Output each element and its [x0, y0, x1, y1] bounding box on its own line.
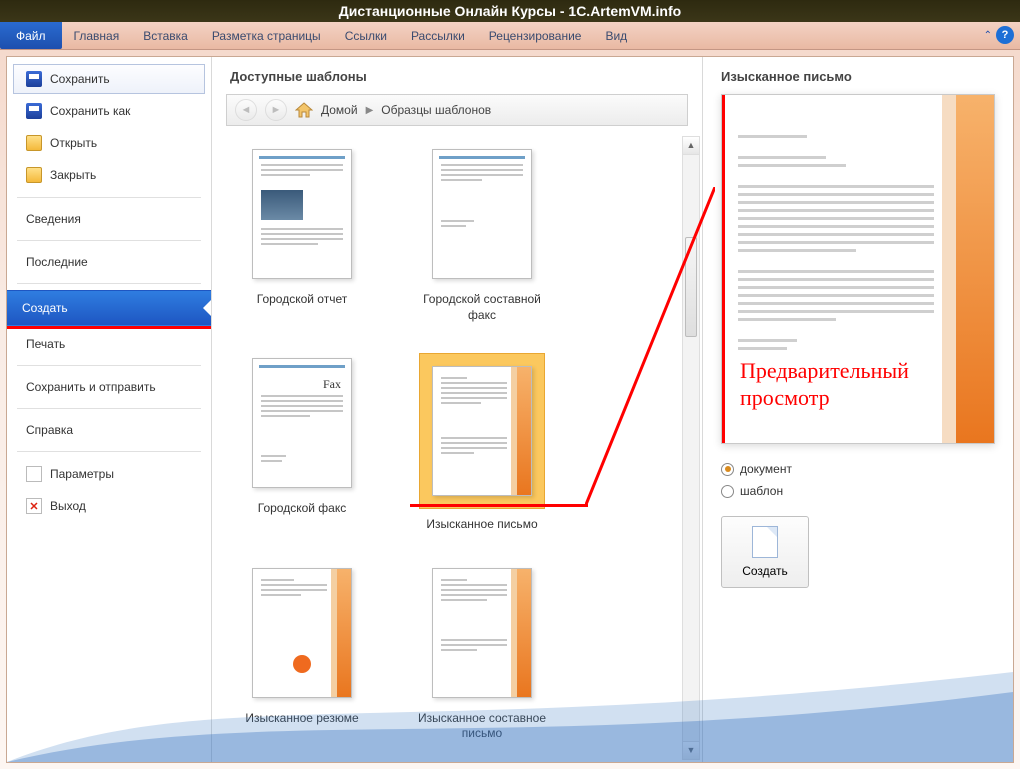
- ribbon-tab-review[interactable]: Рецензирование: [477, 22, 594, 49]
- create-button[interactable]: Создать: [721, 516, 809, 588]
- template-gallery: Доступные шаблоны ◄ ► Домой ▶ Образцы ша…: [212, 57, 703, 762]
- template-city-fax[interactable]: Fax Городской факс: [232, 353, 372, 533]
- template-city-report[interactable]: Городской отчет: [232, 144, 372, 323]
- sidebar-open[interactable]: Открыть: [13, 128, 205, 158]
- sidebar-exit[interactable]: ✕ Выход: [13, 491, 205, 521]
- folder-open-icon: [26, 135, 42, 151]
- preview-pane: Изысканное письмо Предварительный просмо…: [703, 57, 1013, 762]
- ribbon-tab-file[interactable]: Файл: [0, 22, 62, 49]
- annotation-underline: [7, 326, 211, 329]
- nav-back-button[interactable]: ◄: [235, 99, 257, 121]
- sidebar-print[interactable]: Печать: [13, 330, 205, 358]
- sidebar-params[interactable]: Параметры: [13, 459, 205, 489]
- template-city-merge-fax[interactable]: Городской составной факс: [412, 144, 552, 323]
- create-button-label: Создать: [742, 564, 788, 578]
- save-icon: [26, 71, 42, 87]
- sidebar-label: Печать: [26, 337, 65, 351]
- template-elegant-letter[interactable]: Изысканное письмо: [412, 353, 552, 533]
- sidebar-recent[interactable]: Последние: [13, 248, 205, 276]
- sidebar-close[interactable]: Закрыть: [13, 160, 205, 190]
- fax-label: Fax: [323, 377, 341, 392]
- gallery-header: Доступные шаблоны: [212, 57, 702, 90]
- help-icon[interactable]: ?: [996, 26, 1014, 44]
- sidebar-save-as[interactable]: Сохранить как: [13, 96, 205, 126]
- sidebar-info[interactable]: Сведения: [13, 205, 205, 233]
- sidebar-save[interactable]: Сохранить: [13, 64, 205, 94]
- folder-close-icon: [26, 167, 42, 183]
- template-elegant-merge-letter[interactable]: Изысканное составное письмо: [412, 563, 552, 742]
- scroll-up-button[interactable]: ▲: [683, 137, 699, 155]
- nav-forward-button[interactable]: ►: [265, 99, 287, 121]
- radio-template[interactable]: шаблон: [721, 484, 995, 498]
- document-icon: [752, 526, 778, 558]
- crumb-home[interactable]: Домой: [321, 103, 358, 117]
- ribbon: Файл Главная Вставка Разметка страницы С…: [0, 22, 1020, 50]
- preview-thumbnail: Предварительный просмотр: [721, 94, 995, 444]
- sidebar-label: Последние: [26, 255, 88, 269]
- ribbon-tab-insert[interactable]: Вставка: [131, 22, 200, 49]
- options-icon: [26, 466, 42, 482]
- scroll-down-button[interactable]: ▼: [683, 741, 699, 759]
- sidebar-label: Параметры: [50, 467, 114, 481]
- ribbon-collapse-icon[interactable]: ⌃: [984, 30, 992, 41]
- sidebar-create[interactable]: Создать: [7, 290, 211, 326]
- radio-label: документ: [740, 462, 792, 476]
- template-label: Изысканное письмо: [426, 517, 537, 533]
- template-label: Городской факс: [258, 501, 346, 517]
- sidebar-label: Справка: [26, 423, 73, 437]
- radio-icon: [721, 485, 734, 498]
- home-icon[interactable]: [295, 102, 313, 118]
- annotation-red-bar: [722, 95, 725, 443]
- radio-document[interactable]: документ: [721, 462, 995, 476]
- ribbon-tab-layout[interactable]: Разметка страницы: [200, 22, 333, 49]
- sidebar-label: Сохранить и отправить: [26, 380, 156, 394]
- gallery-scrollbar[interactable]: ▲ ▼: [682, 136, 700, 760]
- sidebar-label: Сохранить как: [50, 104, 130, 118]
- sidebar-label: Закрыть: [50, 168, 96, 182]
- save-as-icon: [26, 103, 42, 119]
- sidebar-label: Сведения: [26, 212, 81, 226]
- radio-label: шаблон: [740, 484, 783, 498]
- template-label: Изысканное резюме: [245, 711, 358, 727]
- breadcrumb: ◄ ► Домой ▶ Образцы шаблонов: [226, 94, 688, 126]
- crumb-samples[interactable]: Образцы шаблонов: [381, 103, 491, 117]
- ribbon-tab-home[interactable]: Главная: [62, 22, 132, 49]
- template-elegant-resume[interactable]: Изысканное резюме: [232, 563, 372, 742]
- backstage-sidebar: Сохранить Сохранить как Открыть Закрыть …: [7, 57, 212, 762]
- scroll-thumb[interactable]: [685, 237, 697, 337]
- preview-annotation-text: Предварительный просмотр: [740, 358, 994, 411]
- ribbon-tab-references[interactable]: Ссылки: [333, 22, 399, 49]
- sidebar-label: Открыть: [50, 136, 97, 150]
- template-label: Городской отчет: [257, 292, 347, 308]
- preview-title: Изысканное письмо: [721, 69, 995, 84]
- sidebar-save-send[interactable]: Сохранить и отправить: [13, 373, 205, 401]
- ribbon-tab-view[interactable]: Вид: [593, 22, 639, 49]
- sidebar-help[interactable]: Справка: [13, 416, 205, 444]
- radio-icon: [721, 463, 734, 476]
- ribbon-tab-mailings[interactable]: Рассылки: [399, 22, 477, 49]
- window-title: Дистанционные Онлайн Курсы - 1C.ArtemVM.…: [0, 0, 1020, 22]
- sidebar-label: Сохранить: [50, 72, 110, 86]
- exit-icon: ✕: [26, 498, 42, 514]
- chevron-right-icon: ▶: [366, 105, 374, 116]
- sidebar-label: Выход: [50, 499, 86, 513]
- template-label: Изысканное составное письмо: [412, 711, 552, 742]
- sidebar-label: Создать: [22, 301, 68, 315]
- template-label: Городской составной факс: [412, 292, 552, 323]
